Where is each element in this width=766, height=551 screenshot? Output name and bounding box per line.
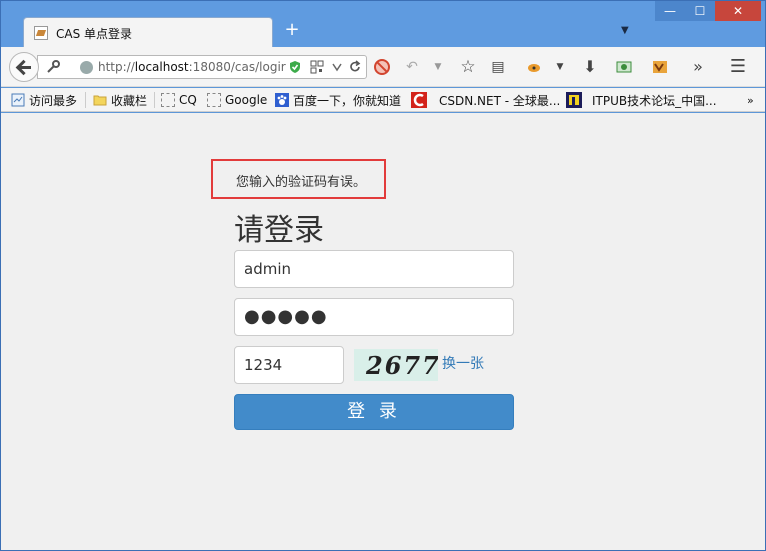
bookmarks-bar: 访问最多 收藏栏 CQ Google 百度一下，你就知道 CSDN.NET - …: [1, 88, 765, 112]
refresh-captcha-link[interactable]: 换一张: [442, 353, 484, 373]
url-bar[interactable]: http://localhost:18080/cas/logir: [37, 55, 367, 79]
bookmark-label: CSDN.NET - 全球最...: [439, 93, 561, 108]
browser-tab[interactable]: CAS 单点登录: [23, 17, 273, 47]
error-message-box: 您输入的验证码有误。: [211, 159, 386, 199]
captcha-image-text: 2677: [366, 351, 438, 380]
login-button[interactable]: 登 录: [234, 394, 514, 430]
bookmark-most-visited[interactable]: 访问最多: [11, 92, 77, 108]
bookmark-itpub[interactable]: ITPUB技术论坛_中国...: [566, 92, 717, 108]
bookmark-cq[interactable]: CQ: [161, 92, 197, 108]
shield-icon[interactable]: [288, 60, 302, 74]
bookmark-label: Google: [225, 93, 268, 107]
browser-window: CAS 单点登录 + ▼ — ☐ ✕ http://localhost:1808…: [0, 0, 766, 551]
reading-list-icon[interactable]: ▤: [489, 58, 507, 76]
bookmark-label: 百度一下，你就知道: [293, 93, 402, 108]
navigation-toolbar: http://localhost:18080/cas/logir ↶ ▼ ☆ ▤…: [1, 47, 765, 87]
dropdown-arrow-icon[interactable]: [330, 60, 344, 74]
bookmark-label: ITPUB技术论坛_中国...: [592, 93, 717, 108]
folder-icon: [93, 95, 107, 106]
back-button[interactable]: [9, 52, 39, 82]
url-text[interactable]: http://localhost:18080/cas/logir: [98, 60, 288, 74]
bookmark-separator: [154, 92, 155, 108]
tab-list-dropdown-icon[interactable]: ▼: [621, 25, 631, 36]
reload-icon[interactable]: [348, 60, 362, 74]
page-icon: [207, 93, 221, 107]
bookmark-separator: [85, 92, 86, 108]
baidu-paw-icon: [275, 93, 289, 107]
qr-code-icon[interactable]: [310, 60, 324, 74]
page-title: 请登录: [234, 213, 324, 248]
firebug-icon[interactable]: [525, 58, 543, 76]
adblock-icon[interactable]: [373, 58, 391, 76]
screenshot-icon[interactable]: [615, 58, 633, 76]
error-message: 您输入的验证码有误。: [236, 175, 367, 190]
globe-icon[interactable]: [80, 61, 93, 74]
minimize-button[interactable]: —: [655, 1, 685, 21]
extension-icon[interactable]: [651, 58, 669, 76]
undo-dropdown-icon[interactable]: ▼: [429, 58, 447, 76]
download-icon[interactable]: ⬇: [581, 58, 599, 76]
bookmark-folder[interactable]: 收藏栏: [93, 92, 147, 108]
title-bar: CAS 单点登录 + ▼ — ☐ ✕: [1, 1, 765, 47]
itpub-icon: [566, 92, 582, 108]
overflow-menu-icon[interactable]: »: [689, 58, 707, 76]
bookmarks-overflow-chevron[interactable]: »: [747, 92, 754, 108]
bookmark-baidu[interactable]: 百度一下，你就知道: [275, 92, 401, 108]
window-controls: — ☐ ✕: [655, 1, 761, 21]
maximize-button[interactable]: ☐: [685, 1, 715, 21]
key-icon[interactable]: [46, 60, 60, 74]
captcha-input[interactable]: 1234: [234, 346, 344, 384]
bookmark-label: 访问最多: [29, 93, 78, 108]
firebug-dropdown-icon[interactable]: ▼: [551, 58, 569, 76]
most-visited-icon: [11, 93, 25, 107]
undo-icon[interactable]: ↶: [403, 58, 421, 76]
bookmark-google[interactable]: Google: [207, 92, 267, 108]
hamburger-menu-icon[interactable]: ☰: [729, 58, 747, 76]
bookmark-label: CQ: [179, 93, 197, 107]
page-icon: [161, 93, 175, 107]
bookmark-csdn[interactable]: CSDN.NET - 全球最...: [411, 92, 560, 108]
bookmark-star-icon[interactable]: ☆: [459, 58, 477, 76]
tab-title: CAS 单点登录: [56, 27, 133, 41]
cas-favicon-icon: [34, 26, 48, 40]
new-tab-button[interactable]: +: [283, 21, 301, 39]
page-content: 您输入的验证码有误。 请登录 admin ●●●●● 1234 2677 换一张…: [1, 113, 765, 550]
bookmark-label: 收藏栏: [111, 93, 148, 108]
csdn-icon: [411, 92, 427, 108]
password-input[interactable]: ●●●●●: [234, 298, 514, 336]
username-input[interactable]: admin: [234, 250, 514, 288]
captcha-image[interactable]: 2677: [354, 349, 438, 381]
close-window-button[interactable]: ✕: [715, 1, 761, 21]
